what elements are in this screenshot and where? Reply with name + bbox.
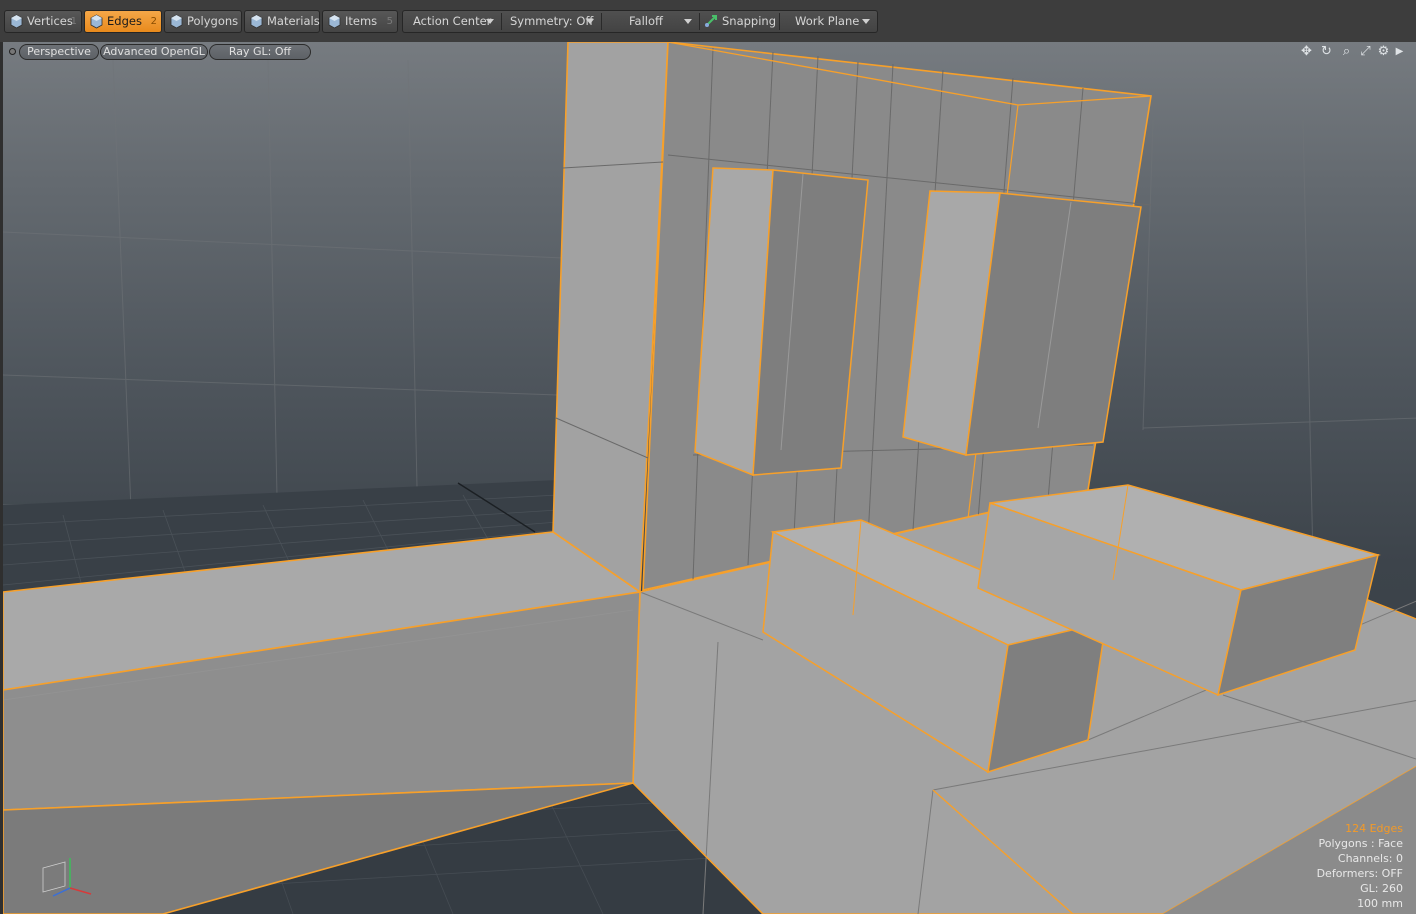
viewport-options-dot[interactable] bbox=[9, 48, 16, 55]
gear-icon[interactable]: ⚙ bbox=[1376, 44, 1391, 59]
symmetry-dropdown[interactable]: Symmetry: Off bbox=[502, 10, 600, 33]
materials-mode-label: Materials bbox=[267, 14, 320, 28]
maximize-icon[interactable]: ⤢ bbox=[1358, 44, 1373, 59]
raygl-toggle-button[interactable]: Ray GL: Off bbox=[209, 44, 311, 60]
arrow-right-icon[interactable]: ▶ bbox=[1392, 44, 1407, 59]
polygons-cube-icon bbox=[170, 14, 183, 29]
work-plane-dropdown[interactable]: Work Plane bbox=[780, 10, 876, 33]
edges-mode-key: 2 bbox=[150, 16, 157, 27]
materials-mode-button[interactable]: Materials bbox=[244, 10, 320, 33]
gl-stat: GL: 260 bbox=[1360, 882, 1403, 895]
symmetry-chevron-down-icon bbox=[586, 19, 594, 24]
falloff-dropdown[interactable]: Falloff bbox=[602, 10, 698, 33]
3d-viewport[interactable]: Perspective Advanced OpenGL Ray GL: Off … bbox=[0, 42, 1416, 914]
polygons-mode-button[interactable]: Polygons bbox=[164, 10, 242, 33]
materials-cube-icon bbox=[250, 14, 263, 29]
3d-scene[interactable] bbox=[3, 42, 1416, 914]
zoom-icon[interactable]: ⌕ bbox=[1339, 44, 1354, 59]
items-mode-label: Items bbox=[345, 14, 378, 28]
channels-stat: Channels: 0 bbox=[1337, 852, 1403, 865]
work-plane-chevron-down-icon bbox=[862, 19, 870, 24]
modo-app: Vertices 1 Edges 2 Polygons Materials It… bbox=[0, 0, 1416, 914]
vertices-mode-label: Vertices bbox=[27, 14, 73, 28]
symmetry-label: Symmetry: Off bbox=[510, 14, 594, 28]
snapping-label: Snapping bbox=[722, 14, 777, 28]
vertices-cube-icon bbox=[10, 14, 23, 29]
move-icon[interactable]: ✥ bbox=[1299, 44, 1314, 59]
snapping-button[interactable]: Snapping bbox=[700, 10, 778, 33]
snapping-magnet-icon bbox=[705, 15, 717, 27]
falloff-chevron-down-icon bbox=[684, 19, 692, 24]
items-cube-icon bbox=[328, 14, 341, 29]
view-type-button[interactable]: Perspective bbox=[19, 44, 99, 60]
raygl-label: Ray GL: Off bbox=[228, 45, 292, 58]
action-center-dropdown[interactable]: Action Center bbox=[404, 10, 500, 33]
vertices-mode-key: 1 bbox=[70, 16, 77, 27]
polygons-mode-stat: Polygons : Face bbox=[1318, 837, 1403, 850]
deformers-stat: Deformers: OFF bbox=[1316, 867, 1403, 880]
edge-count: 124 Edges bbox=[1345, 822, 1403, 835]
falloff-label: Falloff bbox=[629, 14, 663, 28]
viewport-stats: 124 Edges Polygons : Face Channels: 0 De… bbox=[1317, 821, 1403, 911]
polygons-mode-label: Polygons bbox=[187, 14, 239, 28]
view-type-label: Perspective bbox=[27, 45, 91, 58]
shading-mode-label: Advanced OpenGL bbox=[103, 45, 205, 58]
rotate-icon[interactable]: ↻ bbox=[1319, 44, 1334, 59]
items-mode-button[interactable]: Items 5 bbox=[322, 10, 398, 33]
main-toolbar: Vertices 1 Edges 2 Polygons Materials It… bbox=[0, 0, 1416, 43]
edges-cube-icon bbox=[90, 14, 103, 29]
shading-mode-button[interactable]: Advanced OpenGL bbox=[100, 44, 208, 60]
edges-mode-label: Edges bbox=[107, 14, 142, 28]
grid-scale-stat: 100 mm bbox=[1357, 897, 1403, 910]
action-center-label: Action Center bbox=[413, 14, 492, 28]
work-plane-label: Work Plane bbox=[795, 14, 860, 28]
action-center-chevron-down-icon bbox=[486, 19, 494, 24]
edges-mode-button[interactable]: Edges 2 bbox=[84, 10, 162, 33]
items-mode-key: 5 bbox=[386, 16, 393, 27]
vertices-mode-button[interactable]: Vertices 1 bbox=[4, 10, 82, 33]
